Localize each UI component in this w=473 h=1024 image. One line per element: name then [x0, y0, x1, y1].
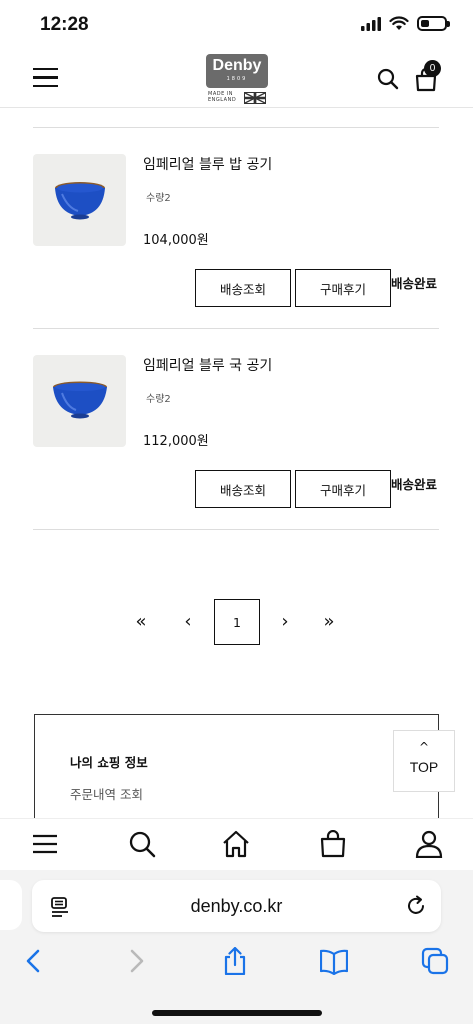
- wifi-icon: [389, 16, 409, 30]
- signal-icon: [361, 16, 381, 31]
- product-quantity: 수량2: [146, 193, 171, 204]
- user-icon[interactable]: [415, 830, 443, 858]
- app-header: Denby 1809 MADE IN ENGLAND 0: [0, 50, 473, 108]
- status-time: 12:28: [40, 14, 89, 35]
- cart-button[interactable]: 0: [414, 60, 442, 92]
- prev-page-button[interactable]: ‹: [176, 599, 200, 645]
- first-page-button[interactable]: «: [126, 599, 156, 645]
- scroll-top-button[interactable]: ^ TOP: [393, 730, 455, 792]
- share-icon[interactable]: [221, 947, 249, 975]
- denby-logo[interactable]: Denby 1809 MADE IN ENGLAND: [206, 54, 268, 106]
- browser-chrome: denby.co.kr: [0, 870, 473, 1024]
- logo-made-in: MADE IN ENGLAND: [208, 91, 237, 103]
- product-name[interactable]: 임페리얼 블루 밥 공기: [143, 154, 272, 174]
- back-icon[interactable]: [20, 947, 48, 975]
- product-thumbnail[interactable]: [33, 355, 126, 447]
- cart-count-badge: 0: [424, 60, 441, 77]
- logo-word: Denby: [212, 57, 262, 74]
- product-quantity: 수량2: [146, 394, 171, 405]
- bag-icon[interactable]: [319, 830, 347, 858]
- divider: [33, 529, 439, 530]
- my-shopping-info: 나의 쇼핑 정보 주문내역 조회: [34, 714, 439, 824]
- menu-icon[interactable]: [33, 68, 58, 88]
- soup-bowl-image: [52, 381, 107, 419]
- delivery-status: 배송완료: [391, 477, 438, 492]
- product-price: 104,000원: [143, 233, 209, 248]
- home-icon[interactable]: [222, 830, 250, 858]
- write-review-button[interactable]: 구매후기: [295, 470, 391, 508]
- reload-icon[interactable]: [405, 895, 427, 917]
- current-page[interactable]: 1: [214, 599, 260, 645]
- union-flag-icon: [244, 92, 266, 104]
- url-text: denby.co.kr: [190, 896, 283, 916]
- status-icons: [361, 16, 450, 31]
- shopping-info-title: 나의 쇼핑 정보: [70, 755, 148, 770]
- product-name[interactable]: 임페리얼 블루 국 공기: [143, 355, 272, 375]
- order-item: 임페리얼 블루 국 공기 수량2 112,000원 배송조회 구매후기 배송완료: [33, 330, 439, 530]
- next-page-button[interactable]: ›: [273, 599, 297, 645]
- top-label: TOP: [409, 759, 439, 775]
- menu-icon[interactable]: [31, 830, 59, 858]
- write-review-button[interactable]: 구매후기: [295, 269, 391, 307]
- chevron-up-icon: ^: [418, 740, 430, 754]
- product-price: 112,000원: [143, 434, 209, 449]
- track-delivery-button[interactable]: 배송조회: [195, 470, 291, 508]
- bookmarks-icon[interactable]: [320, 947, 348, 975]
- logo-year: 1809: [226, 76, 248, 82]
- status-bar: 12:28: [0, 0, 473, 50]
- search-icon[interactable]: [377, 68, 399, 90]
- delivery-status: 배송완료: [391, 276, 438, 291]
- divider: [33, 127, 439, 128]
- product-thumbnail[interactable]: [33, 154, 126, 246]
- battery-icon: [417, 16, 450, 31]
- rice-bowl-image: [54, 182, 105, 220]
- order-history-link[interactable]: 주문내역 조회: [70, 784, 143, 803]
- track-delivery-button[interactable]: 배송조회: [195, 269, 291, 307]
- order-item: 임페리얼 블루 밥 공기 수량2 104,000원 배송조회 구매후기 배송완료: [33, 129, 439, 329]
- forward-icon[interactable]: [122, 947, 150, 975]
- last-page-button[interactable]: »: [314, 599, 344, 645]
- pagination: « ‹ 1 › »: [0, 599, 473, 645]
- bottom-nav: [0, 818, 473, 870]
- address-bar[interactable]: denby.co.kr: [32, 880, 441, 932]
- previous-tab-peek[interactable]: [0, 880, 22, 930]
- divider: [33, 328, 439, 329]
- search-icon[interactable]: [128, 830, 156, 858]
- tabs-icon[interactable]: [421, 947, 449, 975]
- home-indicator: [152, 1010, 322, 1016]
